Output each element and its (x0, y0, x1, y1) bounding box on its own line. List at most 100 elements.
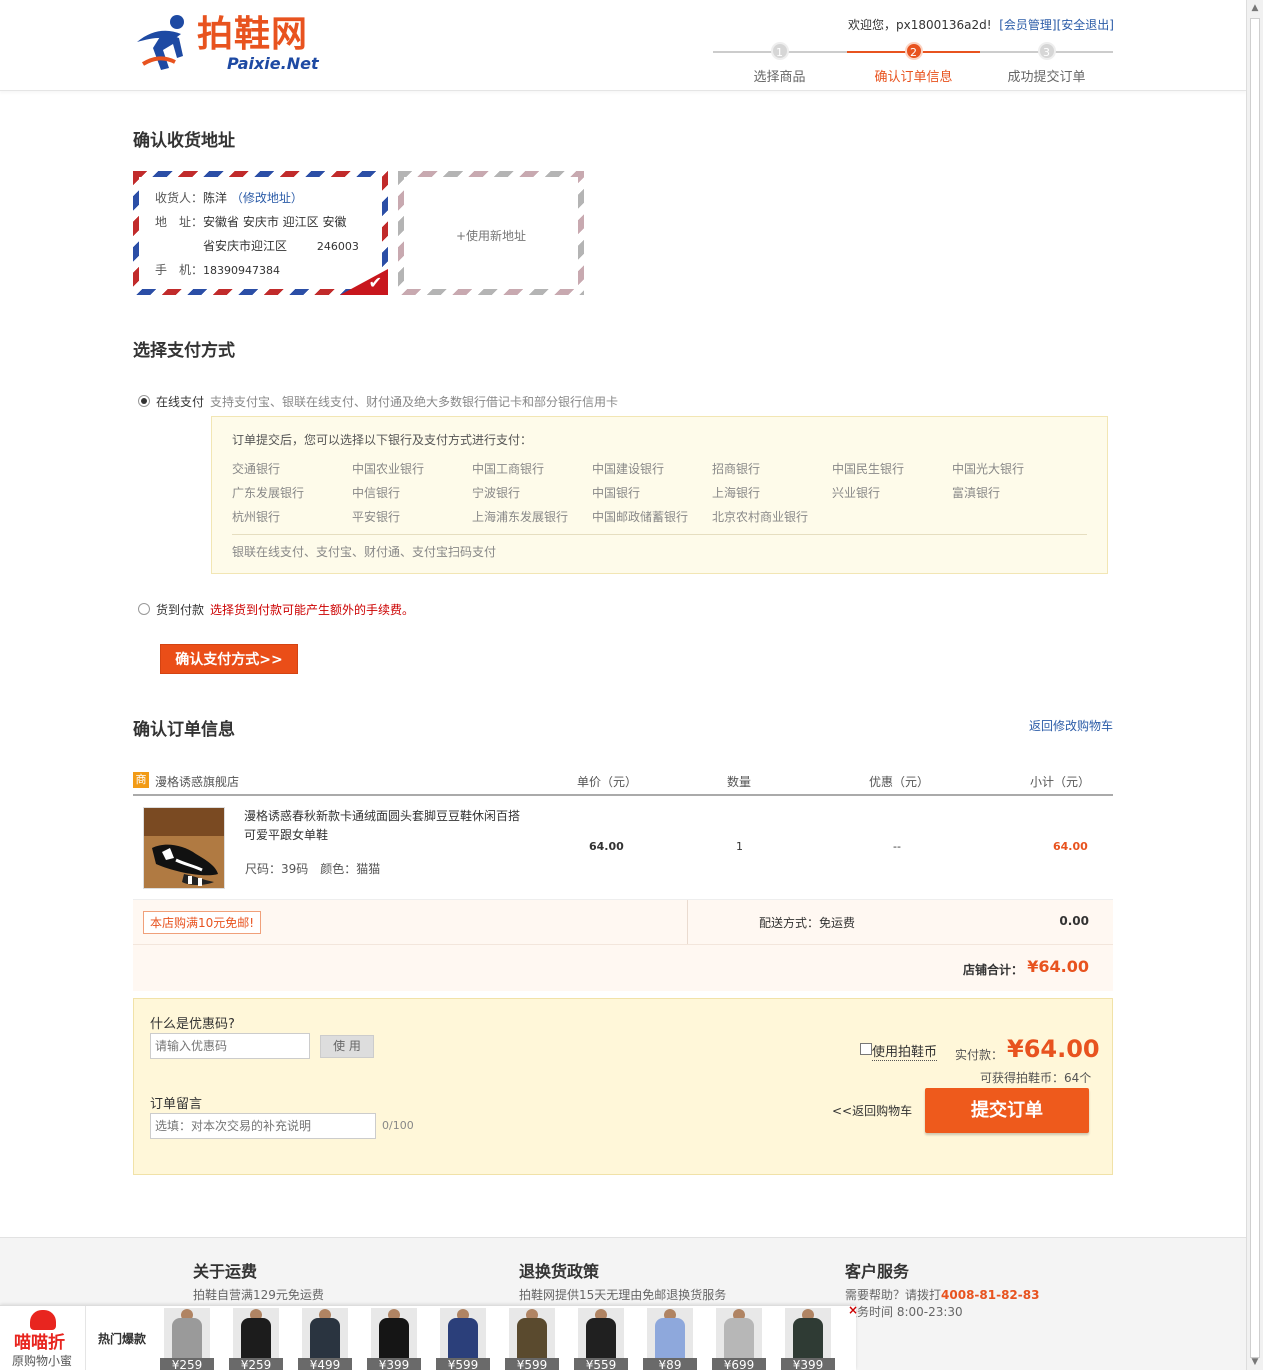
use-coin-label[interactable]: 使用拍鞋币 (872, 1041, 938, 1061)
return-policy-text: 拍鞋网提供15天无理由免邮退换货服务 (519, 1288, 727, 1302)
checkout-panel: 什么是优惠码? 使 用 订单留言 0/100 使用拍鞋币 实付款： ¥64.00… (133, 998, 1113, 1175)
bank-name: 上海浦东发展银行 (472, 510, 569, 524)
hot-item[interactable]: ¥499 (298, 1308, 352, 1370)
shop-total-label: 店铺合计： (962, 963, 1023, 977)
back-to-cart-button[interactable]: <<返回购物车 (832, 1102, 912, 1119)
hot-item[interactable]: ¥399 (367, 1308, 421, 1370)
sweater-shape (448, 1318, 478, 1358)
bank-name: 宁波银行 (472, 486, 521, 500)
step-number: 3 (1037, 42, 1056, 60)
bank-list-box: 订单提交后，您可以选择以下银行及支付方式进行支付： 交通银行 中国农业银行 中国工商… (211, 416, 1108, 574)
miaomiaozhe-brand[interactable]: 喵喵折 原购物小蜜 (0, 1306, 86, 1370)
order-section-title: 确认订单信息 (133, 720, 235, 740)
hot-item-price: ¥399 (781, 1358, 835, 1370)
pay-amount-label: 实付款： (955, 1048, 1004, 1062)
confirm-payment-button[interactable]: 确认支付方式>> (160, 644, 298, 674)
shop-total-row: 店铺合计： ¥64.00 (133, 945, 1113, 991)
new-address-card[interactable]: +使用新地址 (398, 171, 584, 295)
sweater-shape (586, 1318, 616, 1358)
hot-item[interactable]: ¥699 (712, 1308, 766, 1370)
brand-subtitle: 原购物小蜜 (12, 1354, 73, 1368)
hot-item[interactable]: ¥89 (643, 1308, 697, 1370)
bank-name: 招商银行 (712, 462, 761, 476)
zip-code: 246003 (316, 240, 359, 253)
vertical-scrollbar[interactable]: ▲ ▼ (1246, 0, 1263, 1370)
scrollbar-thumb[interactable] (1250, 18, 1260, 1358)
close-icon[interactable]: × (848, 1303, 858, 1317)
order-note-label: 订单留言 (150, 1097, 203, 1112)
hot-item[interactable]: ¥259 (229, 1308, 283, 1370)
address-label: 地 址： (155, 215, 204, 229)
cod-label[interactable]: 货到付款 (156, 601, 204, 618)
hot-item[interactable]: ¥599 (505, 1308, 559, 1370)
address-line-2: 省安庆市迎江区 (203, 239, 288, 253)
hotline-number: 4008-81-82-83 (941, 1288, 1040, 1302)
hot-item-image (164, 1308, 210, 1360)
hot-items-label: 热门爆款 (98, 1332, 147, 1346)
coupon-input[interactable] (150, 1033, 310, 1059)
product-name[interactable]: 漫格诱惑春秋新款卡通绒面圆头套脚豆豆鞋休闲百搭可爱平跟女单鞋 (244, 807, 529, 845)
divider (232, 534, 1087, 535)
hot-item-price: ¥699 (712, 1358, 766, 1370)
sweater-shape (172, 1318, 202, 1358)
bank-name: 中国邮政储蓄银行 (592, 510, 689, 524)
edit-address-link[interactable]: （修改地址） (231, 191, 303, 205)
member-center-link[interactable]: [会员管理] (999, 18, 1056, 32)
shop-name[interactable]: 漫格诱惑旗舰店 (155, 773, 239, 790)
bank-name: 杭州银行 (232, 510, 281, 524)
bank-name: 中国建设银行 (592, 462, 665, 476)
cod-radio[interactable] (138, 603, 150, 615)
sweater-shape (310, 1318, 340, 1358)
scroll-down-icon[interactable]: ▼ (1247, 1354, 1263, 1370)
use-coin-checkbox[interactable] (860, 1043, 872, 1055)
step-label: 确认订单信息 (874, 70, 953, 85)
hot-item[interactable]: ¥599 (436, 1308, 490, 1370)
hot-item-image (578, 1308, 624, 1360)
bank-name: 中国光大银行 (952, 462, 1025, 476)
payment-section-title: 选择支付方式 (133, 341, 235, 361)
col-subtotal: 小计（元） (1030, 775, 1091, 789)
hot-item-price: ¥499 (298, 1358, 352, 1370)
use-coupon-button[interactable]: 使 用 (320, 1035, 374, 1058)
logo-chinese-text: 拍鞋网 (197, 14, 309, 55)
new-address-label: +使用新地址 (455, 229, 527, 243)
online-pay-label[interactable]: 在线支付 (156, 393, 204, 410)
step-submit-success: 3 成功提交订单 (980, 40, 1113, 85)
new-address-body: +使用新地址 (404, 177, 578, 289)
cod-warning: 选择货到付款可能产生额外的手续费。 (210, 603, 415, 617)
scroll-up-icon[interactable]: ▲ (1247, 0, 1263, 16)
hot-item[interactable]: ¥559 (574, 1308, 628, 1370)
shipping-fee: 0.00 (1059, 914, 1089, 928)
logout-link[interactable]: [安全退出] (1057, 18, 1114, 32)
submit-order-button[interactable]: 提交订单 (925, 1088, 1089, 1133)
coupon-help-link[interactable]: 什么是优惠码? (150, 1013, 235, 1032)
unit-price: 64.00 (589, 840, 624, 853)
discount-value: -- (893, 840, 901, 853)
hot-item-image (371, 1308, 417, 1360)
phone-label: 手 机： (155, 263, 204, 277)
product-image[interactable] (143, 807, 225, 889)
receiver-row: 收货人：陈洋 （修改地址） (155, 189, 303, 206)
free-shipping-badge: 本店购满10元免邮! (143, 911, 262, 934)
shipping-info-column: 关于运费 拍鞋自营满129元免运费 (193, 1258, 324, 1303)
bank-name: 平安银行 (352, 510, 401, 524)
online-pay-radio[interactable] (138, 395, 150, 407)
step-confirm-order: 2 确认订单信息 (847, 40, 980, 85)
hot-item[interactable]: ¥259 (160, 1308, 214, 1370)
back-to-cart-link[interactable]: 返回修改购物车 (1029, 717, 1113, 734)
customer-service-text: 需要帮助？请拨打4008-81-82-83 (845, 1286, 1039, 1303)
receiver-name: 陈洋 (203, 191, 228, 205)
hot-item[interactable]: ¥399 (781, 1308, 835, 1370)
address-card-selected[interactable]: 收货人：陈洋 （修改地址） 地 址：安徽省 安庆市 迎江区 安徽 省安庆市迎江区… (133, 171, 388, 295)
hot-item-price: ¥559 (574, 1358, 628, 1370)
product-spec: 尺码：39码 颜色：猫猫 (245, 862, 381, 876)
address-section-title: 确认收货地址 (133, 131, 235, 151)
hot-item-image (647, 1308, 693, 1360)
order-note-input[interactable] (150, 1113, 376, 1139)
phone-number: 18390947384 (203, 264, 280, 277)
shop-icon: 商 (133, 772, 149, 788)
quantity: 1 (736, 840, 743, 853)
hot-item-image (302, 1308, 348, 1360)
paixie-logo[interactable]: 拍鞋网 Paixie.Net (133, 10, 338, 78)
user-welcome: 欢迎您，px1800136a2d! [会员管理][安全退出] (848, 16, 1114, 33)
